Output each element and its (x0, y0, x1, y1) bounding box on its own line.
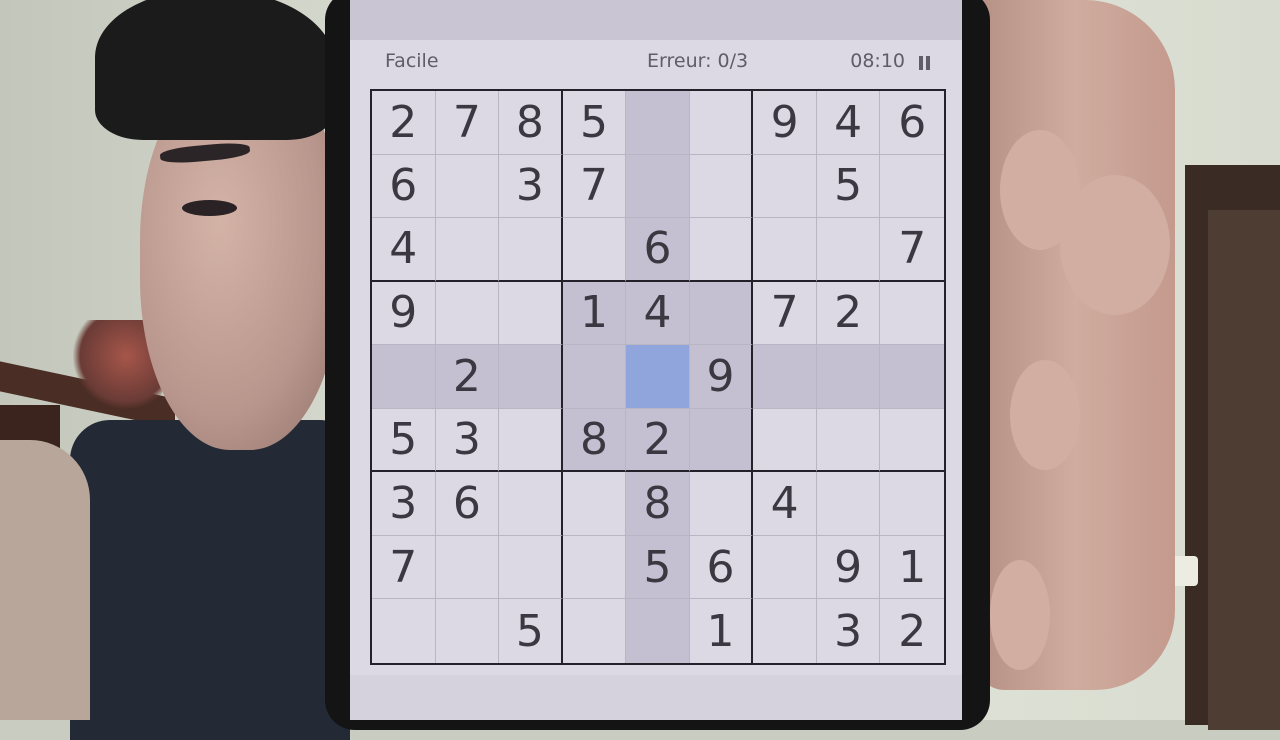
sudoku-cell-r8-c7[interactable] (753, 535, 817, 600)
sudoku-cell-r1-c5[interactable] (626, 91, 690, 155)
sudoku-cell-r8-c1[interactable]: 7 (372, 535, 436, 600)
game-status-bar: Facile Erreur: 0/3 08:10 (385, 50, 935, 74)
sudoku-cell-r6-c6[interactable] (689, 408, 754, 473)
sudoku-cell-r8-c2[interactable] (435, 535, 500, 600)
sudoku-cell-r7-c5[interactable]: 8 (626, 472, 690, 536)
sudoku-cell-r2-c7[interactable] (753, 154, 817, 219)
sudoku-cell-r6-c1[interactable]: 5 (372, 408, 436, 473)
sudoku-cell-r4-c3[interactable] (499, 281, 563, 346)
sudoku-cell-r3-c6[interactable] (689, 218, 754, 282)
finger (990, 560, 1050, 670)
sudoku-board: 27859466375467914722953823684756915132 (370, 89, 946, 665)
sudoku-cell-r3-c9[interactable]: 7 (880, 218, 944, 282)
sudoku-cell-r6-c3[interactable] (499, 408, 563, 473)
sudoku-cell-r9-c2[interactable] (436, 599, 500, 663)
sudoku-cell-r4-c5[interactable]: 4 (626, 281, 690, 346)
sudoku-cell-r1-c2[interactable]: 7 (435, 91, 500, 155)
sudoku-cell-r9-c3[interactable]: 5 (499, 599, 563, 663)
sudoku-cell-r7-c4[interactable] (562, 472, 627, 536)
door (1208, 210, 1280, 730)
sudoku-cell-r2-c8[interactable]: 5 (816, 154, 881, 219)
timer: 08:10 (850, 50, 905, 72)
sudoku-cell-r1-c9[interactable]: 6 (880, 91, 944, 155)
sudoku-cell-r9-c8[interactable]: 3 (817, 599, 881, 663)
sudoku-cell-r5-c1[interactable] (372, 345, 436, 409)
person-eye (182, 200, 237, 216)
sudoku-cell-r3-c3[interactable] (499, 218, 563, 282)
sudoku-cell-r8-c4[interactable] (562, 535, 627, 600)
sudoku-cell-r3-c7[interactable] (753, 218, 817, 282)
sudoku-cell-r6-c8[interactable] (816, 408, 881, 473)
sudoku-cell-r5-c5[interactable] (626, 345, 690, 409)
sudoku-app-screen: Facile Erreur: 0/3 08:10 278594663754679… (350, 0, 962, 720)
sudoku-cell-r2-c4[interactable]: 7 (562, 154, 627, 219)
sudoku-cell-r9-c1[interactable] (372, 599, 436, 663)
sudoku-cell-r4-c6[interactable] (689, 281, 754, 346)
sudoku-cell-r7-c1[interactable]: 3 (372, 472, 436, 536)
sudoku-cell-r7-c3[interactable] (499, 472, 563, 536)
sudoku-cell-r9-c5[interactable] (626, 599, 690, 663)
sudoku-cell-r8-c8[interactable]: 9 (816, 535, 881, 600)
sudoku-cell-r4-c7[interactable]: 7 (753, 281, 817, 346)
sudoku-cell-r5-c3[interactable] (499, 345, 563, 409)
sudoku-cell-r5-c8[interactable] (816, 345, 881, 409)
sudoku-cell-r2-c2[interactable] (435, 154, 500, 219)
sudoku-cell-r7-c2[interactable]: 6 (435, 472, 500, 536)
sudoku-cell-r2-c9[interactable] (880, 155, 944, 219)
sudoku-cell-r3-c8[interactable] (816, 218, 881, 282)
sudoku-cell-r2-c1[interactable]: 6 (372, 154, 436, 219)
sudoku-cell-r1-c7[interactable]: 9 (753, 91, 817, 155)
sudoku-cell-r1-c4[interactable]: 5 (562, 91, 627, 155)
sudoku-cell-r8-c3[interactable] (499, 535, 563, 600)
sudoku-cell-r4-c8[interactable]: 2 (816, 281, 881, 346)
sudoku-cell-r9-c4[interactable] (563, 599, 627, 663)
sudoku-cell-r6-c2[interactable]: 3 (435, 408, 500, 473)
sudoku-cell-r5-c2[interactable]: 2 (435, 345, 500, 409)
sudoku-cell-r5-c7[interactable] (753, 345, 817, 409)
person-hair (95, 0, 335, 140)
sudoku-cell-r7-c9[interactable] (880, 472, 944, 536)
bottom-area (350, 675, 962, 720)
top-bar (350, 0, 962, 40)
finger (1010, 360, 1080, 470)
sudoku-cell-r6-c5[interactable]: 2 (626, 408, 690, 473)
sudoku-cell-r2-c6[interactable] (689, 154, 754, 219)
sudoku-cell-r8-c6[interactable]: 6 (689, 535, 754, 600)
sudoku-cell-r6-c9[interactable] (880, 409, 944, 473)
sudoku-cell-r1-c6[interactable] (689, 91, 754, 155)
sudoku-cell-r5-c6[interactable]: 9 (689, 345, 754, 409)
sudoku-cell-r4-c9[interactable] (880, 282, 944, 346)
person-shoulder (0, 440, 90, 720)
sudoku-cell-r6-c4[interactable]: 8 (562, 408, 627, 473)
person-shirt (70, 420, 350, 740)
finger (1060, 175, 1170, 315)
sudoku-cell-r4-c1[interactable]: 9 (372, 281, 436, 346)
sudoku-cell-r3-c2[interactable] (435, 218, 500, 282)
pause-icon[interactable] (913, 52, 935, 72)
sudoku-cell-r8-c5[interactable]: 5 (626, 535, 690, 600)
sudoku-cell-r9-c7[interactable] (753, 599, 817, 663)
sudoku-cell-r3-c4[interactable] (562, 218, 627, 282)
sudoku-cell-r2-c5[interactable] (626, 154, 690, 219)
sudoku-cell-r8-c9[interactable]: 1 (880, 536, 944, 600)
sudoku-cell-r4-c2[interactable] (435, 281, 500, 346)
sudoku-cell-r1-c8[interactable]: 4 (816, 91, 881, 155)
sudoku-cell-r7-c6[interactable] (689, 472, 754, 536)
difficulty-label: Facile (385, 50, 439, 72)
sudoku-cell-r1-c3[interactable]: 8 (499, 91, 563, 155)
sudoku-cell-r6-c7[interactable] (753, 408, 817, 473)
sudoku-cell-r5-c4[interactable] (562, 345, 627, 409)
sudoku-cell-r5-c9[interactable] (880, 345, 944, 409)
sudoku-cell-r7-c8[interactable] (816, 472, 881, 536)
sudoku-cell-r3-c1[interactable]: 4 (372, 218, 436, 282)
sudoku-cell-r7-c7[interactable]: 4 (753, 472, 817, 536)
sudoku-cell-r9-c9[interactable]: 2 (880, 599, 944, 663)
sudoku-cell-r4-c4[interactable]: 1 (562, 281, 627, 346)
sudoku-cell-r3-c5[interactable]: 6 (626, 218, 690, 282)
sudoku-cell-r1-c1[interactable]: 2 (372, 91, 436, 155)
error-counter: Erreur: 0/3 (647, 50, 749, 72)
sudoku-cell-r9-c6[interactable]: 1 (690, 599, 754, 663)
sudoku-cell-r2-c3[interactable]: 3 (499, 154, 563, 219)
